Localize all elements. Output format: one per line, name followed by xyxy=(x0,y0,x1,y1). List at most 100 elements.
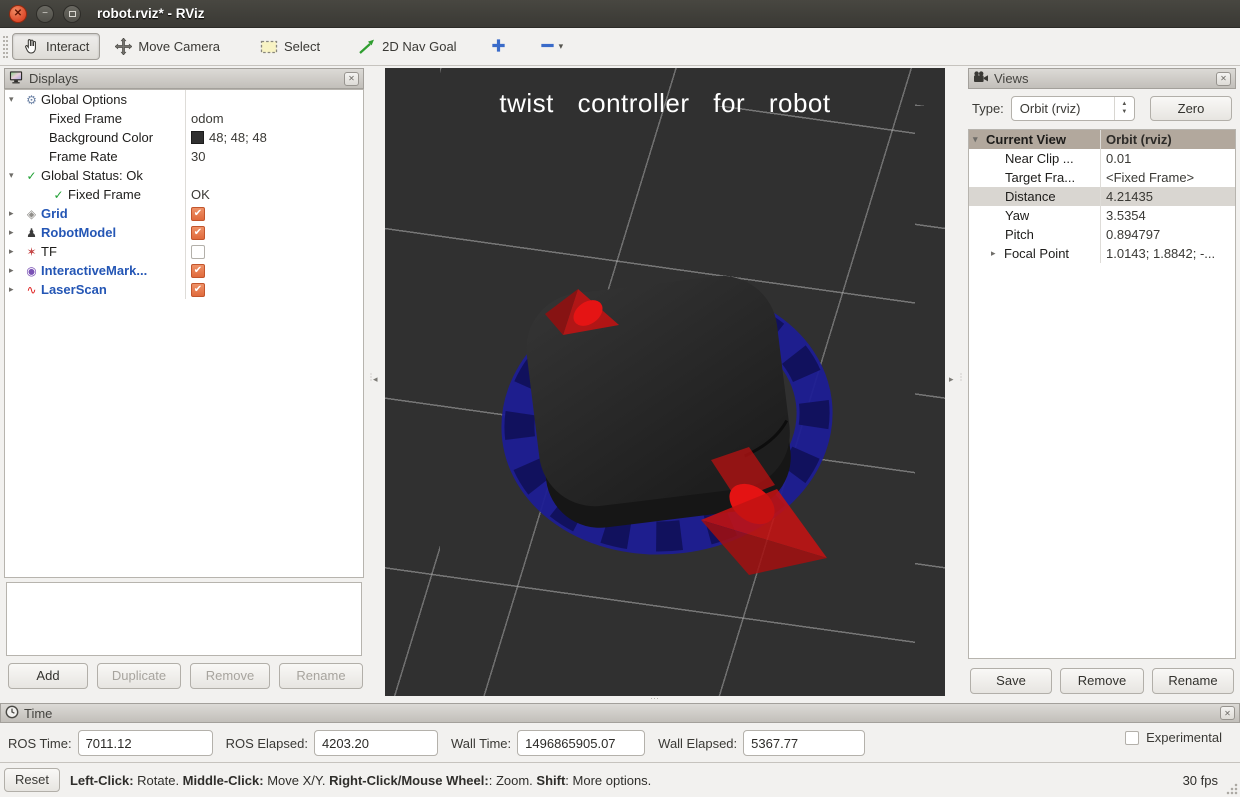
displays-panel-close-icon[interactable]: ✕ xyxy=(344,72,359,86)
duplicate-display-button[interactable]: Duplicate xyxy=(97,663,181,689)
tree-row-value-cell[interactable]: ✔ xyxy=(185,280,363,299)
tree-row-value-cell[interactable]: ✔ xyxy=(185,261,363,280)
help-segment: Right-Click/Mouse Wheel: xyxy=(329,773,489,788)
tree-row-label-cell: Near Clip ... xyxy=(969,151,1074,166)
time-panel-header[interactable]: Time ✕ xyxy=(0,703,1240,723)
tree-row-value-cell[interactable]: <Fixed Frame> xyxy=(1100,168,1235,187)
move-camera-tool-button[interactable]: Move Camera xyxy=(104,33,231,60)
tree-row-value-cell[interactable]: 48; 48; 48 xyxy=(185,128,363,147)
select-tool-button[interactable]: Select xyxy=(249,34,331,60)
views-tree-row[interactable]: Distance4.21435 xyxy=(969,187,1235,206)
left-splitter-grip[interactable]: ⋯ xyxy=(366,373,377,383)
experimental-checkbox[interactable] xyxy=(1125,731,1139,745)
views-tree-row[interactable]: Pitch 0.894797 xyxy=(969,225,1235,244)
displays-tree-row[interactable]: ▾✓Global Status: Ok xyxy=(5,166,363,185)
expander-icon[interactable]: ▸ xyxy=(9,246,22,257)
display-enabled-checkbox[interactable]: ✔ xyxy=(191,207,205,221)
tool-dropdown-arrow-icon[interactable]: ▾ xyxy=(559,41,564,52)
help-segment: : Zoom. xyxy=(489,773,537,788)
tree-row-value-cell[interactable]: 4.21435 xyxy=(1100,187,1235,206)
display-enabled-checkbox[interactable] xyxy=(191,245,205,259)
tree-row-label: Frame Rate xyxy=(49,149,118,164)
displays-tree-row[interactable]: ▾⚙Global Options xyxy=(5,90,363,109)
displays-panel-header[interactable]: Displays ✕ xyxy=(4,68,364,89)
display-enabled-checkbox[interactable]: ✔ xyxy=(191,283,205,297)
views-panel-header[interactable]: Views ✕ xyxy=(968,68,1236,89)
display-enabled-checkbox[interactable]: ✔ xyxy=(191,226,205,240)
right-splitter-grip[interactable]: ⋯ xyxy=(956,373,967,383)
reset-button[interactable]: Reset xyxy=(4,768,60,792)
spinner-arrows-icon[interactable]: ▲▼ xyxy=(1114,97,1134,120)
view-type-select[interactable]: Orbit (rviz) ▲▼ xyxy=(1011,96,1135,121)
displays-tree-row[interactable]: Frame Rate 30 xyxy=(5,147,363,166)
expander-icon[interactable]: ▸ xyxy=(9,208,22,219)
tree-row-value-cell[interactable]: odom xyxy=(185,109,363,128)
rename-display-button[interactable]: Rename xyxy=(279,663,363,689)
window-resize-grip[interactable] xyxy=(1226,783,1238,795)
collapse-right-panel-handle[interactable]: ▸ xyxy=(949,374,954,385)
displays-tree-row[interactable]: ▸◉InteractiveMark...✔ xyxy=(5,261,363,280)
expander-icon[interactable]: ▾ xyxy=(9,170,22,181)
remove-tool-button[interactable]: ▾ xyxy=(533,33,570,61)
expander-icon[interactable]: ▸ xyxy=(9,227,22,238)
displays-tree-row[interactable]: Background Color48; 48; 48 xyxy=(5,128,363,147)
window-close-button[interactable]: ✕ xyxy=(9,5,27,23)
tree-row-label: RobotModel xyxy=(41,225,116,240)
save-view-button[interactable]: Save xyxy=(970,668,1052,694)
tree-row-value: 30 xyxy=(191,149,205,164)
add-display-button[interactable]: Add xyxy=(8,663,88,689)
tree-row-value: 4.21435 xyxy=(1106,189,1153,204)
displays-tree-row[interactable]: ▸∿LaserScan✔ xyxy=(5,280,363,299)
expander-icon[interactable]: ▸ xyxy=(991,248,1004,259)
tree-row-value-cell[interactable] xyxy=(185,242,363,261)
displays-tree-row[interactable]: ▸♟RobotModel✔ xyxy=(5,223,363,242)
rename-view-button[interactable]: Rename xyxy=(1152,668,1234,694)
tree-row-value-cell[interactable]: ✔ xyxy=(185,223,363,242)
views-tree-row[interactable]: Target Fra...<Fixed Frame> xyxy=(969,168,1235,187)
tree-row-value-cell[interactable] xyxy=(185,90,363,109)
window-maximize-button[interactable] xyxy=(63,5,81,23)
views-tree-row[interactable]: ▾Current ViewOrbit (rviz) xyxy=(969,130,1235,149)
ros-elapsed-input[interactable] xyxy=(314,730,438,756)
expander-icon[interactable]: ▸ xyxy=(9,284,22,295)
wall-elapsed-input[interactable] xyxy=(743,730,865,756)
displays-tree-row[interactable]: Fixed Frameodom xyxy=(5,109,363,128)
displays-tree-row[interactable]: ✓Fixed FrameOK xyxy=(5,185,363,204)
remove-view-button[interactable]: Remove xyxy=(1060,668,1144,694)
tree-row-value-cell[interactable] xyxy=(185,166,363,185)
tree-row-value-cell[interactable]: 1.0143; 1.8842; -... xyxy=(1100,244,1235,263)
views-tree-row[interactable]: Yaw3.5354 xyxy=(969,206,1235,225)
time-panel-close-icon[interactable]: ✕ xyxy=(1220,706,1235,720)
tree-row-value-cell[interactable]: 30 xyxy=(185,147,363,166)
views-tree-row[interactable]: Near Clip ... 0.01 xyxy=(969,149,1235,168)
remove-display-button[interactable]: Remove xyxy=(190,663,270,689)
tree-row-label: Pitch xyxy=(1005,227,1034,242)
tree-row-value-cell[interactable]: ✔ xyxy=(185,204,363,223)
tree-row-value-cell[interactable]: OK xyxy=(185,185,363,204)
window-minimize-button[interactable]: − xyxy=(36,5,54,23)
tree-row-value-cell[interactable]: 3.5354 xyxy=(1100,206,1235,225)
expander-icon[interactable]: ▸ xyxy=(9,265,22,276)
3d-viewport[interactable]: twist controller for robot xyxy=(385,68,945,696)
expander-icon[interactable]: ▾ xyxy=(9,94,22,105)
mouse-help-text: Left-Click: Rotate. Middle-Click: Move X… xyxy=(70,773,651,788)
wall-time-input[interactable] xyxy=(517,730,645,756)
tree-row-value: 48; 48; 48 xyxy=(209,130,267,145)
display-enabled-checkbox[interactable]: ✔ xyxy=(191,264,205,278)
toolbar-drag-handle[interactable] xyxy=(3,36,8,58)
tree-row-label: LaserScan xyxy=(41,282,107,297)
expander-icon[interactable]: ▾ xyxy=(973,134,986,145)
interact-tool-button[interactable]: Interact xyxy=(12,33,100,60)
displays-tree-row[interactable]: ▸✶TF xyxy=(5,242,363,261)
tree-row-value-cell[interactable]: Orbit (rviz) xyxy=(1100,130,1235,149)
ros-time-input[interactable] xyxy=(78,730,213,756)
nav-goal-tool-button[interactable]: 2D Nav Goal xyxy=(347,34,467,60)
zero-view-button[interactable]: Zero xyxy=(1150,96,1232,121)
displays-tree-row[interactable]: ▸◈Grid✔ xyxy=(5,204,363,223)
tree-row-value-cell[interactable]: 0.894797 xyxy=(1100,225,1235,244)
views-panel-close-icon[interactable]: ✕ xyxy=(1216,72,1231,86)
tree-row-value-cell[interactable]: 0.01 xyxy=(1100,149,1235,168)
views-tree-row[interactable]: ▸Focal Point 1.0143; 1.8842; -... xyxy=(969,244,1235,263)
tree-row-label: Focal Point xyxy=(1004,246,1069,261)
add-tool-button[interactable] xyxy=(484,33,513,61)
